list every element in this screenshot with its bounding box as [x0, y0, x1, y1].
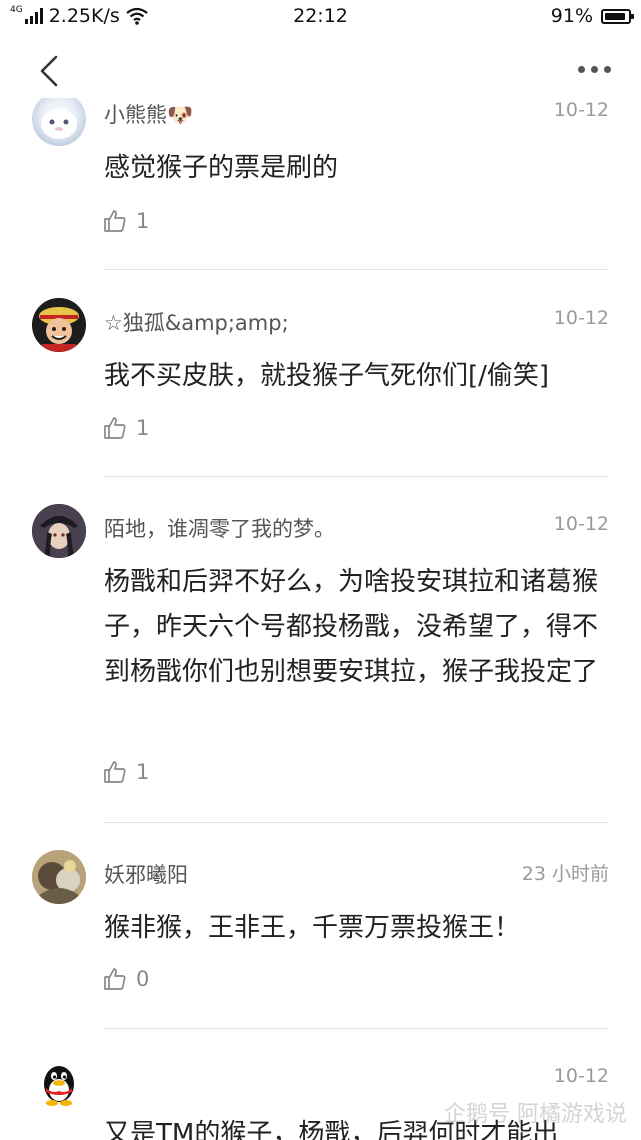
- nav-bar: [0, 34, 641, 106]
- like-button[interactable]: 0: [102, 966, 149, 992]
- comment-date: 23 小时前: [521, 863, 609, 885]
- character-avatar-icon: [32, 504, 86, 558]
- comment-date: 10-12: [553, 99, 609, 121]
- like-count: 1: [136, 760, 150, 784]
- more-options-icon[interactable]: [578, 66, 611, 73]
- watermark: 企鹅号 阿橘游戏说: [444, 1102, 627, 1127]
- thumbs-up-icon: [104, 968, 126, 990]
- comment-text: 我不买皮肤，就投猴子气死你们[/偷笑]: [104, 361, 550, 391]
- like-count: 0: [136, 967, 150, 991]
- avatar[interactable]: [32, 850, 86, 904]
- comment-date: 10-12: [553, 1065, 609, 1087]
- comment-text: 杨戬和后羿不好么，为啥投安琪拉和诸葛猴子，昨天六个号都投杨戬，没希望了，得不到杨…: [104, 567, 599, 687]
- divider: [104, 822, 609, 823]
- battery-percent: 91%: [550, 5, 593, 27]
- comment-date: 10-12: [553, 307, 609, 329]
- comment-date: 10-12: [553, 513, 609, 535]
- commenter-name[interactable]: 妖邪曦阳: [104, 859, 188, 889]
- divider: [104, 1028, 609, 1029]
- avatar[interactable]: [32, 98, 86, 146]
- like-button[interactable]: 1: [102, 415, 149, 441]
- thumbs-up-icon: [104, 761, 126, 783]
- penguin-avatar-icon: [44, 1066, 74, 1106]
- divider: [104, 476, 609, 477]
- comment-text: 感觉猴子的票是刷的: [104, 153, 339, 183]
- avatar[interactable]: [32, 298, 86, 352]
- like-button[interactable]: 1: [102, 208, 149, 234]
- like-button[interactable]: 1: [102, 759, 149, 785]
- status-bar: 4G 2.25K/s 22:12 91%: [0, 0, 641, 34]
- thumbs-up-icon: [104, 210, 126, 232]
- commenter-name[interactable]: ☆独孤&amp;amp;: [104, 307, 289, 337]
- bunny-avatar-icon: [41, 109, 77, 139]
- hero-avatar-icon: [32, 850, 86, 904]
- avatar[interactable]: [32, 504, 86, 558]
- comment-list[interactable]: 小熊熊🐶 10-12 感觉猴子的票是刷的 1 ☆独孤&amp;amp; 10-1…: [0, 98, 641, 1140]
- commenter-name[interactable]: 小熊熊🐶: [104, 99, 193, 129]
- clock: 22:12: [293, 5, 348, 27]
- back-arrow-icon[interactable]: [36, 54, 62, 88]
- comment-text: 猴非猴，王非王，千票万票投猴王！: [104, 913, 521, 943]
- divider: [104, 269, 609, 270]
- like-count: 1: [136, 209, 150, 233]
- battery-icon: [601, 8, 634, 24]
- like-count: 1: [136, 416, 150, 440]
- thumbs-up-icon: [104, 417, 126, 439]
- avatar[interactable]: [32, 1058, 86, 1112]
- pirate-avatar-icon: [32, 298, 86, 352]
- commenter-name[interactable]: 陌地，谁凋零了我的梦。: [104, 513, 335, 543]
